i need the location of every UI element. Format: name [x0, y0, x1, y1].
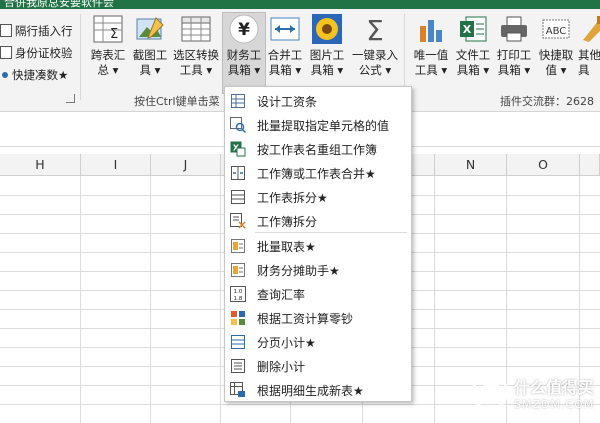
- unique-value-tool-button[interactable]: 唯一值 工具 ▾: [409, 13, 453, 93]
- group-label-plugin-group: 插件交流群：2628: [500, 95, 594, 108]
- excel-regroup-icon: X: [230, 141, 246, 157]
- sigma-table-icon: Σ: [92, 13, 124, 45]
- menu-item-extract-cell-values[interactable]: 批量提取指定单元格的值: [225, 113, 411, 137]
- yen-icon: ¥: [228, 13, 260, 45]
- menu-item-query-exchange-rate[interactable]: 1.0 1.8 查询汇率: [225, 282, 411, 306]
- svg-text:1.8: 1.8: [234, 296, 243, 302]
- menu-separator: [255, 232, 407, 233]
- abc-text-icon: ABC: [540, 13, 572, 45]
- file-toolbox-button[interactable]: X 文件工 具箱 ▾: [453, 13, 493, 93]
- print-toolbox-button[interactable]: 打印工 具箱 ▾: [493, 13, 535, 93]
- tools-icon: [578, 13, 600, 45]
- menu-item-merge-workbooks[interactable]: 工作簿或工作表合并★: [225, 161, 411, 185]
- menu-item-split-worksheet[interactable]: 工作表拆分★: [225, 185, 411, 209]
- column-header-j[interactable]: J: [151, 154, 221, 176]
- menu-item-delete-subtotal[interactable]: 删除小计: [225, 354, 411, 378]
- watermark-logo-icon: 值: [471, 373, 509, 411]
- merge-sheets-icon: [230, 165, 246, 181]
- svg-text:Σ: Σ: [110, 27, 118, 42]
- finance-toolbox-menu: 设计工资条 批量提取指定单元格的值 X 按工作表名重组工作簿 工作簿或工作表合并…: [224, 86, 412, 402]
- bar-chart-icon: [415, 13, 447, 45]
- quick-value-button[interactable]: ABC 快捷取 值 ▾: [535, 13, 577, 93]
- svg-text:ABC: ABC: [546, 26, 567, 37]
- svg-text:Σ: Σ: [366, 14, 384, 44]
- sunflower-icon: [311, 13, 343, 45]
- svg-text:1.0: 1.0: [234, 289, 243, 295]
- generate-table-icon: [230, 382, 246, 398]
- colored-grid-icon: [230, 310, 246, 326]
- group-label-tools: 按住Ctrl键单击菜: [134, 95, 220, 108]
- column-header-o[interactable]: O: [507, 154, 580, 176]
- menu-item-regroup-by-sheet-name[interactable]: X 按工作表名重组工作簿: [225, 137, 411, 161]
- table-icon: [230, 93, 246, 109]
- svg-text:X: X: [463, 23, 472, 36]
- printer-icon: [498, 13, 530, 45]
- column-header-p[interactable]: [580, 154, 600, 176]
- sigma-icon: Σ: [359, 13, 391, 45]
- ribbon-separator: [80, 14, 81, 100]
- menu-item-salary-slip[interactable]: 设计工资条: [225, 89, 411, 113]
- column-header-i[interactable]: I: [81, 154, 151, 176]
- menu-item-calculate-change[interactable]: 根据工资计算零钞: [225, 306, 411, 330]
- table-insert-icon: [0, 24, 12, 37]
- svg-text:¥: ¥: [238, 20, 250, 40]
- fetch-table-icon: [230, 238, 246, 254]
- merge-arrows-icon: [269, 13, 301, 45]
- svg-text:值: 值: [480, 380, 500, 404]
- image-toolbox-button[interactable]: 图片工 具箱 ▾: [305, 13, 349, 93]
- column-header-h[interactable]: H: [0, 154, 81, 176]
- menu-item-generate-new-table[interactable]: 根据明细生成新表★: [225, 378, 411, 402]
- window-title: 合併我原总安要软件会: [4, 0, 114, 9]
- menu-item-page-subtotal[interactable]: 分页小计★: [225, 330, 411, 354]
- subtotal-icon: [230, 334, 246, 350]
- table-convert-icon: [180, 13, 212, 45]
- quick-sum-fill-command[interactable]: 快捷凑数★: [0, 65, 68, 84]
- menu-item-cost-allocation-assistant[interactable]: 财务分摊助手★: [225, 258, 411, 282]
- bullet-icon: [2, 71, 8, 78]
- id-card-check-command[interactable]: 身份证校验: [0, 43, 73, 62]
- allocation-icon: [230, 262, 246, 278]
- menu-item-split-workbook[interactable]: 工作簿拆分: [225, 209, 411, 233]
- search-table-icon: [230, 117, 246, 133]
- title-bar: 合併我原总安要软件会: [0, 0, 600, 9]
- cross-sheet-summary-button[interactable]: Σ 跨表汇 总 ▾: [86, 13, 130, 93]
- smzdm-watermark: 值 什么值得买 SMZDM.COM: [470, 372, 594, 412]
- excel-file-icon: X: [457, 13, 489, 45]
- id-card-icon: [0, 46, 12, 59]
- split-workbook-icon: [230, 213, 246, 229]
- column-header-n[interactable]: N: [435, 154, 507, 176]
- menu-item-batch-fetch-tables[interactable]: 批量取表★: [225, 234, 411, 258]
- other-tools-button[interactable]: 其他 具: [578, 13, 600, 93]
- insert-alternate-rows-command[interactable]: 隔行插入行: [0, 21, 73, 40]
- exchange-rate-icon: 1.0 1.8: [230, 286, 246, 302]
- selection-convert-button[interactable]: 选区转换 工具 ▾: [170, 13, 222, 93]
- one-click-formula-button[interactable]: Σ 一键录入 公式 ▾: [349, 13, 401, 93]
- watermark-domain: SMZDM.COM: [514, 397, 595, 411]
- merge-toolbox-button[interactable]: 合并工 具箱 ▾: [265, 13, 305, 93]
- split-sheet-icon: [230, 189, 246, 205]
- group-launcher-icon[interactable]: [66, 94, 75, 103]
- watermark-title: 什么值得买: [514, 377, 595, 397]
- screenshot-tools-button[interactable]: 截图工 具 ▾: [130, 13, 170, 93]
- finance-toolbox-button[interactable]: ¥ 财务工 具箱 ▾: [222, 12, 266, 94]
- delete-subtotal-icon: [230, 358, 246, 374]
- image-crop-icon: [134, 13, 166, 45]
